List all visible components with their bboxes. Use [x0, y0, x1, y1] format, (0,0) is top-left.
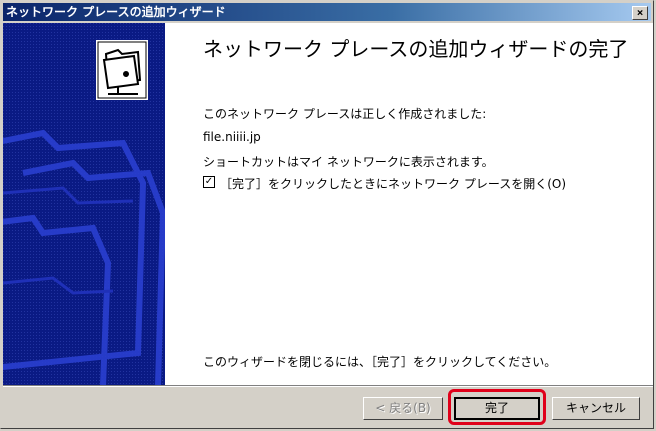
open-place-checkbox[interactable]: ✓ — [203, 176, 215, 188]
wizard-sidebar-banner — [3, 23, 165, 385]
checkbox-check-icon: ✓ — [204, 176, 214, 187]
wizard-client-area: ネットワーク プレースの追加ウィザードの完了 このネットワーク プレースは正しく… — [3, 23, 653, 385]
back-button[interactable]: < 戻る(B) — [363, 397, 443, 420]
close-icon[interactable]: × — [632, 6, 648, 20]
close-hint-message: このウィザードを閉じるには、［完了］をクリックしてください。 — [203, 355, 557, 369]
window-title: ネットワーク プレースの追加ウィザード — [6, 5, 226, 19]
created-message: このネットワーク プレースは正しく作成されました: — [203, 107, 487, 121]
wizard-content: ネットワーク プレースの追加ウィザードの完了 このネットワーク プレースは正しく… — [165, 23, 653, 385]
wizard-window: ネットワーク プレースの追加ウィザード × ネットワーク プレースの追加ウィザー… — [0, 0, 654, 429]
title-bar[interactable]: ネットワーク プレースの追加ウィザード × — [3, 3, 651, 21]
page-title: ネットワーク プレースの追加ウィザードの完了 — [203, 37, 629, 61]
network-place-name: file.niiii.jp — [203, 130, 261, 144]
cancel-button[interactable]: キャンセル — [552, 397, 640, 420]
button-area-divider — [3, 385, 653, 387]
shortcut-message: ショートカットはマイ ネットワークに表示されます。 — [203, 155, 494, 169]
network-folder-icon — [96, 40, 148, 100]
open-place-checkbox-label[interactable]: ［完了］をクリックしたときにネットワーク プレースを開く(O) — [220, 175, 566, 192]
finish-button-highlight — [448, 389, 546, 425]
